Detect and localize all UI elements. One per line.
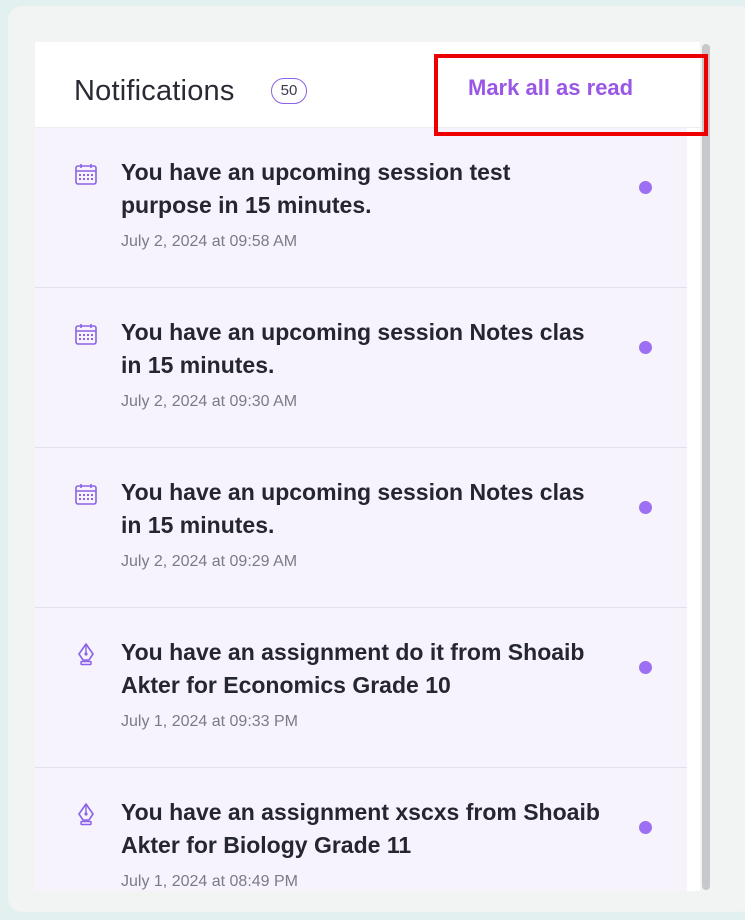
page-title: Notifications [74, 75, 235, 107]
notification-list-scrollbar[interactable] [701, 44, 711, 890]
notification-item[interactable]: You have an upcoming session Notes clas … [35, 448, 687, 608]
notification-item[interactable]: You have an assignment xscxs from Shoaib… [35, 768, 687, 891]
calendar-icon [73, 481, 99, 507]
notification-timestamp: July 2, 2024 at 09:30 AM [121, 393, 298, 410]
notification-timestamp: July 1, 2024 at 08:49 PM [121, 873, 298, 890]
notification-message: You have an upcoming session test purpos… [121, 159, 511, 218]
notification-message: You have an assignment xscxs from Shoaib… [121, 799, 600, 858]
notification-timestamp: July 2, 2024 at 09:29 AM [121, 553, 298, 570]
notification-item[interactable]: You have an upcoming session Notes clas … [35, 288, 687, 448]
notifications-header: Notifications 50 Mark all as read [35, 42, 700, 128]
notifications-panel: Notifications 50 Mark all as read You ha… [35, 42, 700, 891]
pen-nib-icon [73, 801, 99, 827]
notification-message: You have an upcoming session Notes clas … [121, 319, 585, 378]
unread-indicator [639, 661, 652, 674]
notification-timestamp: July 2, 2024 at 09:58 AM [121, 233, 298, 250]
unread-indicator [639, 181, 652, 194]
notification-list: You have an upcoming session test purpos… [35, 128, 687, 891]
notification-timestamp: July 1, 2024 at 09:33 PM [121, 713, 298, 730]
notification-count-badge: 50 [271, 78, 307, 104]
notification-item[interactable]: You have an upcoming session test purpos… [35, 128, 687, 288]
notification-item[interactable]: You have an assignment do it from Shoaib… [35, 608, 687, 768]
notification-message: You have an assignment do it from Shoaib… [121, 639, 585, 698]
unread-indicator [639, 501, 652, 514]
calendar-icon [73, 321, 99, 347]
notification-message: You have an upcoming session Notes clas … [121, 479, 585, 538]
unread-indicator [639, 821, 652, 834]
unread-indicator [639, 341, 652, 354]
scrollbar-thumb[interactable] [702, 44, 710, 890]
calendar-icon [73, 161, 99, 187]
mark-all-as-read-button[interactable]: Mark all as read [468, 75, 633, 101]
pen-nib-icon [73, 641, 99, 667]
